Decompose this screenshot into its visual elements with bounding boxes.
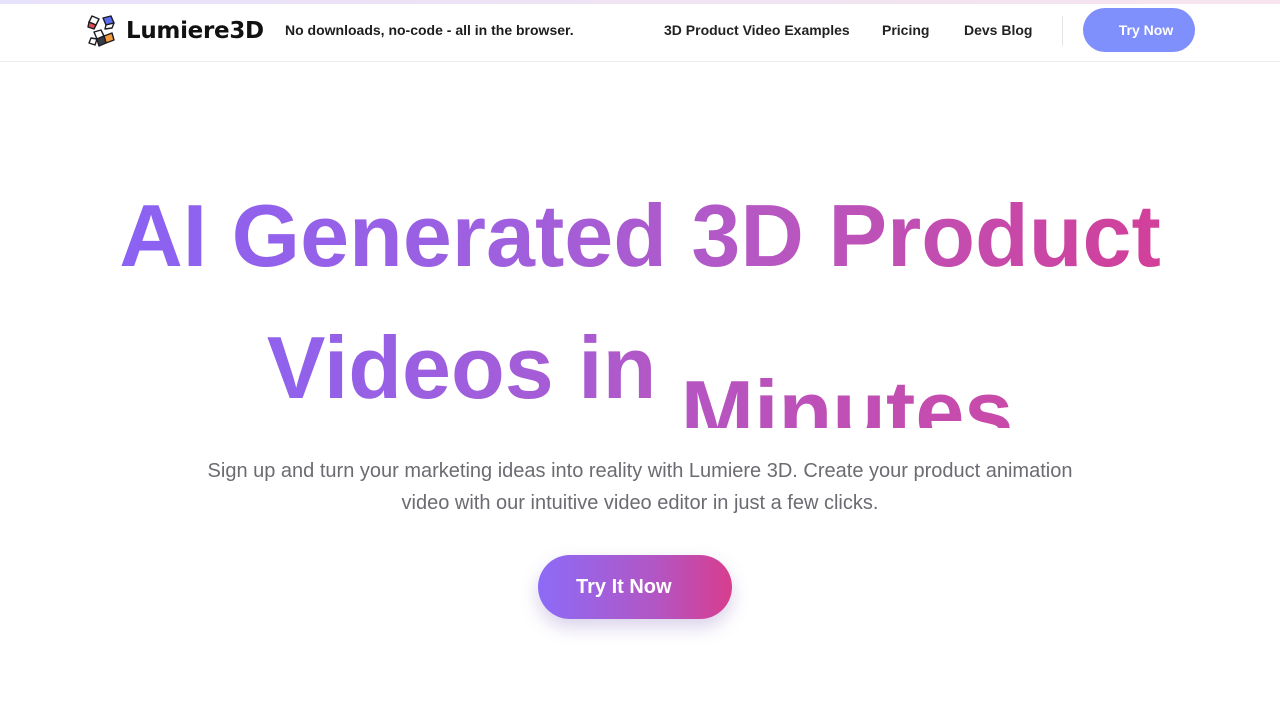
hero-title-line-1-text: AI Generated 3D Product <box>119 186 1161 285</box>
cube-cluster-logo-icon <box>87 15 115 47</box>
brand-logo[interactable]: Lumiere3D <box>85 14 264 48</box>
nav-divider <box>1062 16 1063 46</box>
header-tagline: No downloads, no-code - all in the brows… <box>285 22 574 38</box>
hero-word-in: in <box>578 318 657 417</box>
header-try-now-button[interactable]: Try Now <box>1083 8 1195 52</box>
hero-title-line-2: Videos in Minutes <box>0 318 1280 428</box>
brand-name: Lumiere3D <box>126 18 264 44</box>
hero-try-it-now-button[interactable]: Try It Now <box>538 555 732 619</box>
site-header: Lumiere3D No downloads, no-code - all in… <box>0 4 1280 62</box>
hero-word-videos: Videos <box>266 318 554 417</box>
hero-word-minutes: Minutes <box>681 362 1013 428</box>
nav-link-product-video-examples[interactable]: 3D Product Video Examples <box>664 22 850 38</box>
hero-subtitle: Sign up and turn your marketing ideas in… <box>207 460 1073 514</box>
nav-link-devs-blog[interactable]: Devs Blog <box>964 22 1032 38</box>
nav-link-pricing[interactable]: Pricing <box>882 22 929 38</box>
hero-title-line-1: AI Generated 3D Product <box>0 186 1280 286</box>
